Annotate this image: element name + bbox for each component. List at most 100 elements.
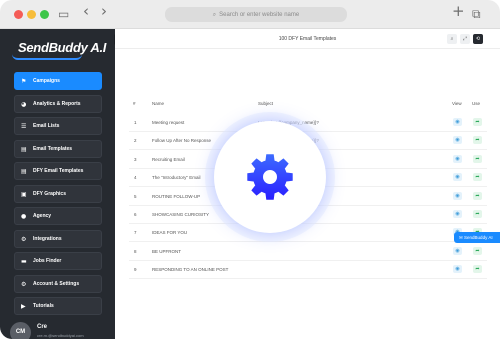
row-number: 9 [134, 267, 137, 273]
chat-button[interactable]: ✉ SendBuddy AI [454, 232, 500, 243]
sidebar-item-label: Analytics & Reports [33, 100, 81, 107]
user-email: cre.m.@sendbuddyai.com [37, 333, 84, 338]
sidebar-item-icon: ⚑ [21, 78, 27, 85]
sidebar-item-campaigns[interactable]: ⚑ Campaigns [14, 72, 102, 90]
use-icon-button[interactable]: ➦ [473, 136, 482, 145]
sidebar: SendBuddy A.I ⚑ Campaigns ◕ Analytics & Rep… [0, 29, 115, 339]
sidebar-toggle-icon[interactable]: ▭ [58, 6, 69, 22]
avatar: CM [10, 322, 31, 339]
sidebar-item-label: Tutorials [33, 303, 54, 309]
forward-icon[interactable]: › [101, 3, 107, 19]
sidebar-item-icon: ◕ [21, 100, 27, 108]
app-logo[interactable]: SendBuddy A.I [12, 39, 112, 61]
sidebar-item-integrations[interactable]: ⚙ Integrations [14, 229, 102, 248]
use-icon-button[interactable]: ➦ [473, 265, 482, 274]
gear-icon [247, 154, 293, 200]
header-subject: Subject [258, 101, 274, 106]
logo-text: SendBuddy A.I [18, 40, 107, 55]
fullscreen-icon-button[interactable]: ⤢ [460, 34, 470, 44]
app-window: ▭ ‹ › ⌕ Search or enter website name + ⧉ … [0, 0, 500, 339]
close-window-button[interactable] [14, 10, 23, 19]
sidebar-item-account-settings[interactable]: ⚙ Account & Settings [14, 274, 102, 293]
sidebar-item-label: DFY Email Templates [33, 168, 84, 174]
sidebar-item-icon: ⚙ [21, 235, 27, 243]
sidebar-item-email-lists[interactable]: ☰ Email Lists [14, 117, 102, 135]
view-icon-button[interactable]: ◉ [453, 191, 462, 200]
sidebar-item-icon: ● [21, 213, 27, 220]
view-icon-button[interactable]: ◉ [453, 210, 462, 218]
row-number: 8 [134, 248, 137, 254]
sidebar-item-tutorials[interactable]: ▶ Tutorials [14, 297, 102, 315]
search-icon-button[interactable]: ⌕ [447, 34, 457, 44]
sidebar-item-icon: ☰ [21, 123, 27, 130]
sidebar-item-label: Campaigns [33, 78, 60, 84]
view-icon-button[interactable]: ◉ [453, 136, 462, 145]
row-name: Recruiting Email [152, 156, 185, 162]
row-name: ROUTINE FOLLOW-UP [152, 193, 201, 199]
sidebar-item-label: Email Templates [33, 145, 73, 152]
row-number: 6 [134, 212, 137, 217]
row-name: SHOWCASING CURIOSITY [152, 212, 210, 217]
back-icon[interactable]: ‹ [83, 3, 89, 19]
refresh-icon-button[interactable]: ⟲ [473, 34, 483, 44]
sidebar-item-label: DFY Graphics [33, 190, 66, 197]
logo-swoosh [12, 54, 82, 60]
use-icon-button[interactable]: ➦ [473, 210, 482, 218]
header-num: # [133, 101, 136, 106]
sidebar-item-agency[interactable]: ● Agency [14, 207, 102, 225]
tabs-overview-icon[interactable]: ⧉ [472, 6, 481, 22]
table-row: 9 RESPONDING TO AN ONLINE POST ◉ ➦ [129, 261, 487, 280]
row-number: 1 [134, 120, 137, 125]
sidebar-item-jobs-finder[interactable]: ▬ Jobs Finder [14, 252, 102, 270]
use-icon-button[interactable]: ➦ [473, 118, 482, 126]
sidebar-item-label: Integrations [33, 235, 62, 242]
sidebar-item-icon: ▤ [21, 145, 27, 153]
sidebar-item-analytics-reports[interactable]: ◕ Analytics & Reports [14, 94, 102, 113]
use-icon-button[interactable]: ➦ [473, 191, 482, 200]
user-name: Cre [37, 324, 48, 330]
view-icon-button[interactable]: ◉ [453, 246, 462, 255]
search-icon: ⌕ [212, 11, 217, 18]
row-name: The "Introductory" Email [152, 175, 201, 181]
sidebar-item-icon: ▶ [21, 303, 26, 310]
sidebar-item-label: Agency [33, 213, 52, 219]
row-name: Meeting request [152, 120, 185, 125]
sidebar-item-icon: ▣ [21, 190, 27, 198]
use-icon-button[interactable]: ➦ [473, 246, 482, 255]
use-icon-button[interactable]: ➦ [473, 173, 482, 182]
new-tab-icon[interactable]: + [452, 3, 465, 19]
sidebar-item-icon: ▤ [21, 168, 27, 175]
use-icon-button[interactable]: ➦ [473, 154, 482, 163]
page-title: 100 DFY Email Templates [278, 36, 337, 42]
row-name: IDEAS FOR YOU [152, 230, 188, 236]
table-row: 8 BE UPFRONT ◉ ➦ [129, 243, 487, 261]
sidebar-item-dfy-email-templates[interactable]: ▤ DFY Email Templates [14, 162, 102, 180]
sidebar-item-dfy-graphics[interactable]: ▣ DFY Graphics [14, 184, 102, 203]
sidebar-item-email-templates[interactable]: ▤ Email Templates [14, 139, 102, 158]
header-use: Use [472, 101, 481, 106]
row-name: BE UPFRONT [152, 248, 182, 254]
header-view: View [452, 101, 462, 106]
address-placeholder: Search or enter website name [219, 12, 300, 18]
sidebar-item-icon: ▬ [21, 258, 27, 265]
sidebar-item-label: Jobs Finder [33, 258, 62, 264]
row-name: RESPONDING TO AN ONLINE POST [152, 267, 229, 273]
view-icon-button[interactable]: ◉ [453, 173, 462, 182]
row-number: 5 [134, 193, 137, 199]
sidebar-item-icon: ⚙ [21, 280, 27, 288]
view-icon-button[interactable]: ◉ [453, 118, 462, 126]
top-bar: 100 DFY Email Templates ⌕ ⤢ ⟲ [115, 29, 500, 49]
sidebar-item-label: Account & Settings [33, 280, 80, 287]
view-icon-button[interactable]: ◉ [453, 154, 462, 163]
maximize-window-button[interactable] [40, 10, 49, 19]
minimize-window-button[interactable] [27, 10, 36, 19]
view-icon-button[interactable]: ◉ [453, 265, 462, 274]
browser-toolbar: ▭ ‹ › ⌕ Search or enter website name + ⧉ [0, 0, 500, 29]
row-number: 3 [134, 156, 137, 162]
row-number: 7 [134, 230, 137, 236]
chat-label: SendBuddy AI [464, 235, 493, 240]
user-profile[interactable]: CM Cre cre.m.@sendbuddyai.com [10, 319, 115, 339]
sidebar-item-label: Email Lists [33, 123, 60, 129]
address-bar[interactable]: ⌕ Search or enter website name [165, 7, 347, 22]
chat-icon: ✉ [459, 236, 463, 241]
